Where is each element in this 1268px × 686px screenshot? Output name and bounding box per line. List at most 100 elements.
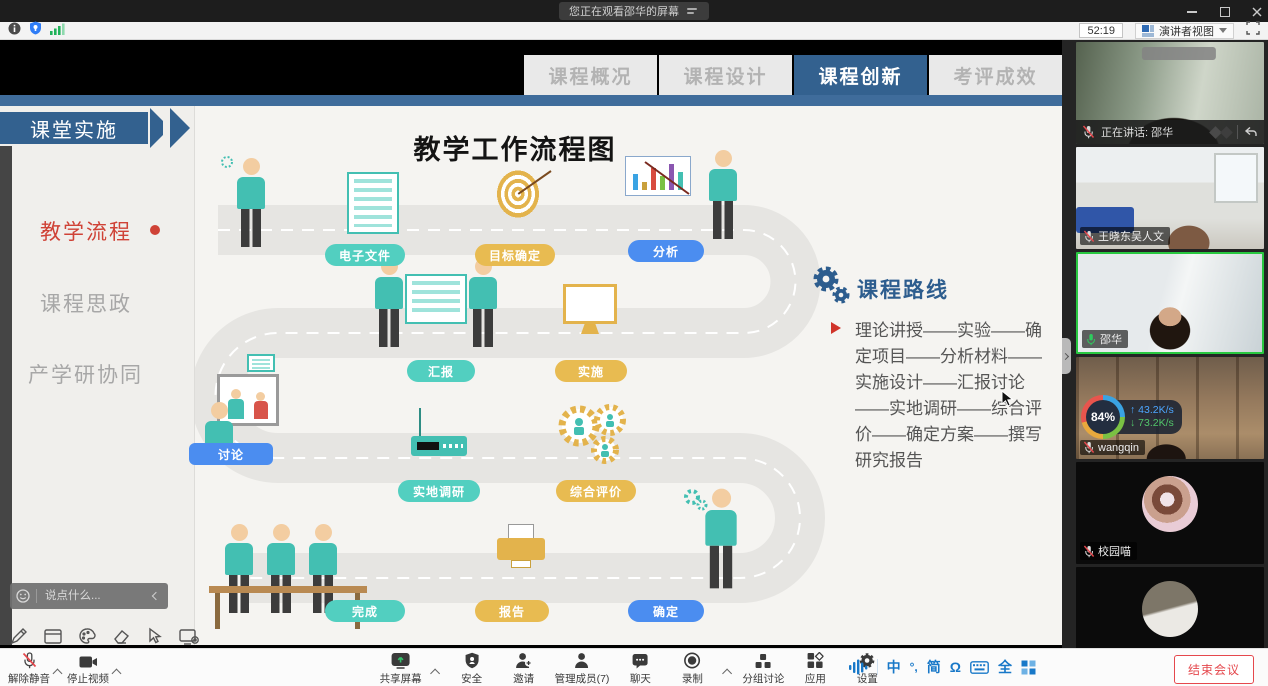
tab-course-innovation[interactable]: 课程创新 [794,55,927,95]
sidebar-item-industry-collab[interactable]: 产学研协同 [28,359,143,389]
chevron-down-icon [1219,28,1227,33]
record-options-chevron[interactable] [722,668,732,678]
security-shield-icon[interactable] [29,21,42,40]
sidebar-banner: 课堂实施 [0,112,148,144]
flow-step: 综合评价 [556,480,636,502]
unmute-button[interactable]: 解除静音 [8,652,50,686]
slide-sidebar: 课堂实施 教学流程 课程思政 产学研协同 [0,106,195,645]
close-button[interactable] [1250,5,1262,17]
video-tile-active-speaker[interactable]: 邵华 [1076,252,1264,354]
collapse-chevron-icon[interactable] [152,592,160,600]
screen-annotation-icon[interactable] [178,625,200,645]
router-icon [411,436,467,456]
cursor-select-icon[interactable] [144,625,166,645]
meeting-info-icon[interactable] [8,22,21,40]
invite-label: 邀请 [513,671,534,686]
meeting-toolbar: 解除静音 停止视频 共享屏幕 [0,648,1268,686]
banner-menu-icon[interactable] [687,5,703,17]
sidebar-item-course-ideology[interactable]: 课程思政 [40,288,132,318]
mic-muted-icon [1083,230,1095,243]
ime-symbol[interactable]: Ω [950,659,961,675]
participant-label: wangqin [1080,440,1145,455]
invite-button[interactable]: 邀请 [503,652,545,686]
sidebar-item-teaching-process[interactable]: 教学流程 [40,216,132,246]
network-signal-icon[interactable] [50,22,65,40]
shared-screen-region: 课程概况 课程设计 课程创新 考评成效 课堂实施 教学流程 课程思政 产学研协同 [0,40,1062,648]
breakout-label: 分组讨论 [742,671,784,686]
participant-label: 邵华 [1082,330,1128,348]
meeting-timer: 52:19 [1079,23,1123,38]
keyboard-icon[interactable] [970,661,989,674]
mic-options-chevron[interactable] [53,668,63,678]
ime-punctuation[interactable]: °, [910,660,918,674]
watching-banner-text: 您正在观看邵华的屏幕 [569,3,679,19]
eraser-icon[interactable] [110,625,132,645]
tab-course-design[interactable]: 课程设计 [659,55,792,95]
palette-icon[interactable] [76,625,98,645]
breakout-rooms-button[interactable]: 分组讨论 [742,652,784,686]
apps-icon [807,652,824,669]
manage-members-label: 管理成员(7) [555,671,610,686]
minimize-button[interactable] [1186,5,1198,17]
gear-people-icon [555,402,631,468]
ime-toolbox-icon[interactable] [1021,660,1036,675]
ime-mode[interactable]: 中 [887,657,901,677]
ime-simplified[interactable]: 简 [927,657,941,677]
video-tile[interactable] [1076,567,1264,648]
stop-video-button[interactable]: 停止视频 [67,652,109,686]
download-arrow-icon: ↓ [1130,417,1135,429]
printer-icon [497,524,545,570]
voice-input-icon[interactable] [848,659,868,675]
avatar [1142,581,1198,637]
video-tile[interactable]: 校园喵 [1076,462,1264,564]
view-mode-dropdown[interactable]: 演讲者视图 [1135,23,1234,39]
apps-button[interactable]: 应用 [794,652,836,686]
ime-fullwidth[interactable]: 全 [998,657,1012,677]
chat-button[interactable]: 聊天 [619,652,661,686]
idea-bulb-icon [219,154,235,170]
flow-step: 电子文件 [325,244,405,266]
record-button[interactable]: 录制 [671,652,713,686]
unmute-label: 解除静音 [8,671,50,686]
video-tile[interactable]: 王晓东吴人文 [1076,147,1264,249]
panel-collapse-handle[interactable] [1062,338,1071,374]
share-screen-label: 共享屏幕 [380,671,422,686]
tab-evaluation[interactable]: 考评成效 [929,55,1062,95]
person-figure [235,158,267,247]
video-tile-speaker[interactable]: 正在讲话: 邵华 [1076,42,1264,144]
active-dot [150,225,160,235]
quick-chat-input[interactable]: 说点什么... [10,583,168,609]
avatar [1142,476,1198,532]
reply-arrow-icon[interactable] [1244,126,1258,138]
video-tile[interactable]: 84% ↑ 43.2K/s ↓ 73.2K/s wangqin [1076,357,1264,459]
video-options-chevron[interactable] [112,668,122,678]
chat-label: 聊天 [630,671,651,686]
share-options-chevron[interactable] [430,668,440,678]
camera-icon [79,652,98,669]
participants-panel: 正在讲话: 邵华 王晓东吴人文 [1062,40,1268,648]
flow-step: 实施 [555,360,627,382]
share-screen-button[interactable]: 共享屏幕 [380,652,422,686]
upload-rate: 43.2K/s [1138,404,1174,416]
upload-arrow-icon: ↑ [1130,404,1135,416]
breakout-icon [755,652,772,669]
fullscreen-icon[interactable] [1246,21,1260,40]
flow-step: 报告 [475,600,549,622]
manage-members-button[interactable]: 管理成员(7) [555,652,610,686]
mic-muted-icon [1083,545,1095,558]
chart-frame-icon [625,156,691,196]
route-heading: 课程路线 [857,274,949,304]
tab-course-overview[interactable]: 课程概况 [524,55,657,95]
person-plus-icon [515,652,533,669]
restore-button[interactable] [1218,5,1230,17]
target-icon [493,166,543,222]
bullet-arrow-icon [831,322,841,334]
pencil-icon[interactable] [8,625,30,645]
network-gauge-widget: 84% ↑ 43.2K/s ↓ 73.2K/s [1081,395,1182,439]
small-gears-icon [683,488,709,514]
whiteboard-icon[interactable] [42,625,64,645]
end-meeting-button[interactable]: 结束会议 [1174,655,1254,684]
security-button[interactable]: 安全 [451,652,493,686]
shield-icon [464,652,479,669]
flow-step: 汇报 [407,360,475,382]
